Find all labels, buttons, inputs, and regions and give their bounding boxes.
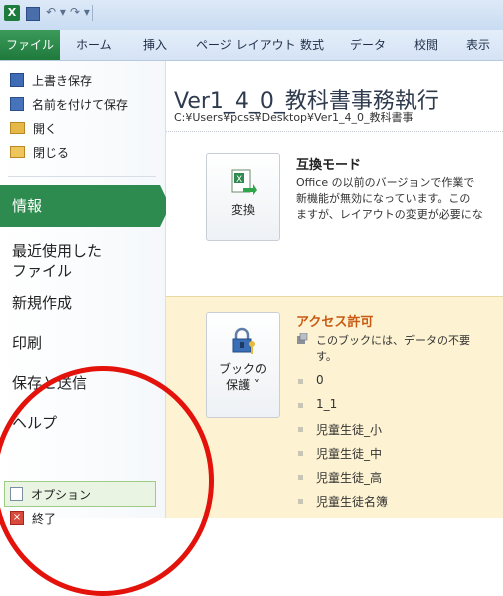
ribbon-tabs: ファイル ホーム 挿入 ページ レイアウト 数式 データ 校閲 表示: [0, 30, 503, 61]
permissions-panel: ブックの 保護 ˅ アクセス許可 このブックには、データの不要 す。 0 1_1…: [166, 296, 503, 518]
tab-home[interactable]: ホーム: [76, 30, 112, 60]
protected-sheet-item: 児童生徒名簿: [316, 495, 389, 509]
tab-insert[interactable]: 挿入: [143, 30, 167, 60]
tab-review[interactable]: 校閲: [414, 30, 438, 60]
title-bar: X ↶ ▾ ↷ ▾: [0, 0, 503, 30]
lock-key-icon: [229, 327, 257, 355]
list-bullet: [298, 403, 303, 408]
protected-sheet-item: 児童生徒_中: [316, 447, 383, 461]
compat-line: Office の以前のバージョンで作業で: [296, 176, 475, 189]
convert-icon: X: [229, 168, 257, 196]
toolbar-divider: [92, 5, 93, 21]
save-as-label: 名前を付けて保存: [32, 97, 129, 112]
protect-label-line1: ブックの: [218, 362, 267, 376]
open-command[interactable]: 開く: [6, 117, 156, 139]
nav-info-tab[interactable]: 情報: [0, 185, 160, 227]
exit-command[interactable]: × 終了: [6, 507, 156, 529]
section-divider: [166, 131, 503, 132]
options-command[interactable]: オプション: [6, 483, 156, 505]
permissions-title: アクセス許可: [296, 315, 374, 330]
tab-file[interactable]: ファイル: [0, 30, 60, 60]
permissions-description: このブックには、データの不要 す。: [316, 333, 470, 365]
nav-print[interactable]: 印刷: [12, 333, 152, 353]
sheet-lock-icon: [297, 333, 308, 344]
nav-new[interactable]: 新規作成: [12, 293, 152, 313]
options-label: オプション: [31, 487, 92, 502]
close-command[interactable]: 閉じる: [6, 141, 156, 163]
tab-data[interactable]: データ: [350, 30, 386, 60]
svg-text:X: X: [236, 175, 242, 185]
list-bullet: [298, 475, 303, 480]
quick-save-icon[interactable]: [26, 7, 40, 21]
close-folder-icon: [10, 146, 25, 158]
nav-help[interactable]: ヘルプ: [12, 413, 152, 433]
save-as-icon: [10, 97, 24, 111]
list-bullet: [298, 451, 303, 456]
protected-sheet-item: 0: [316, 373, 324, 387]
permissions-desc-line: このブックには、データの不要: [316, 334, 470, 347]
exit-label: 終了: [32, 511, 57, 526]
info-pane: Ver1_4_0_教科書事務執行 C:¥Users¥pcss¥Desktop¥V…: [166, 61, 503, 518]
nav-recent-line2: ファイル: [12, 262, 73, 280]
save-command[interactable]: 上書き保存: [6, 69, 156, 91]
list-bullet: [298, 499, 303, 504]
list-bullet: [298, 379, 303, 384]
close-label: 閉じる: [33, 145, 70, 160]
protect-label-line2: 保護 ˅: [226, 378, 260, 392]
protected-sheet-item: 1_1: [316, 397, 338, 411]
undo-icon[interactable]: ↶ ▾: [46, 5, 66, 21]
save-as-command[interactable]: 名前を付けて保存: [6, 93, 156, 115]
compat-mode-title: 互換モード: [296, 158, 362, 173]
nav-divider: [8, 176, 156, 177]
convert-button[interactable]: X 変換: [206, 153, 280, 241]
open-label: 開く: [33, 121, 58, 136]
backstage-nav: 上書き保存 名前を付けて保存 開く 閉じる 情報 最近使用した ファイル 新規作…: [0, 61, 166, 526]
excel-app-icon[interactable]: X: [4, 5, 20, 21]
convert-label: 変換: [230, 203, 255, 217]
options-icon: [10, 487, 23, 501]
protect-workbook-button[interactable]: ブックの 保護 ˅: [206, 312, 280, 418]
compat-line: ますが、レイアウトの変更が必要にな: [296, 208, 483, 221]
nav-recent-files[interactable]: 最近使用した ファイル: [12, 241, 152, 281]
exit-icon: ×: [10, 511, 24, 525]
protected-sheet-item: 児童生徒_高: [316, 471, 383, 485]
save-label: 上書き保存: [32, 73, 93, 88]
tab-page-layout[interactable]: ページ レイアウト: [196, 30, 296, 60]
compat-mode-description: Office の以前のバージョンで作業で 新機能が無効になっています。この ます…: [296, 175, 503, 223]
permissions-desc-line: す。: [316, 350, 337, 363]
save-icon: [10, 73, 24, 87]
tab-view[interactable]: 表示: [466, 30, 490, 60]
redo-icon[interactable]: ↷ ▾: [70, 5, 90, 21]
tab-formulas[interactable]: 数式: [300, 30, 324, 60]
open-folder-icon: [10, 122, 25, 134]
compat-line: 新機能が無効になっています。この: [296, 192, 471, 205]
protected-sheet-item: 児童生徒_小: [316, 423, 383, 437]
list-bullet: [298, 427, 303, 432]
nav-recent-line1: 最近使用した: [12, 242, 103, 260]
document-path: C:¥Users¥pcss¥Desktop¥Ver1_4_0_教科書事: [174, 111, 414, 124]
nav-save-send[interactable]: 保存と送信: [12, 373, 152, 393]
